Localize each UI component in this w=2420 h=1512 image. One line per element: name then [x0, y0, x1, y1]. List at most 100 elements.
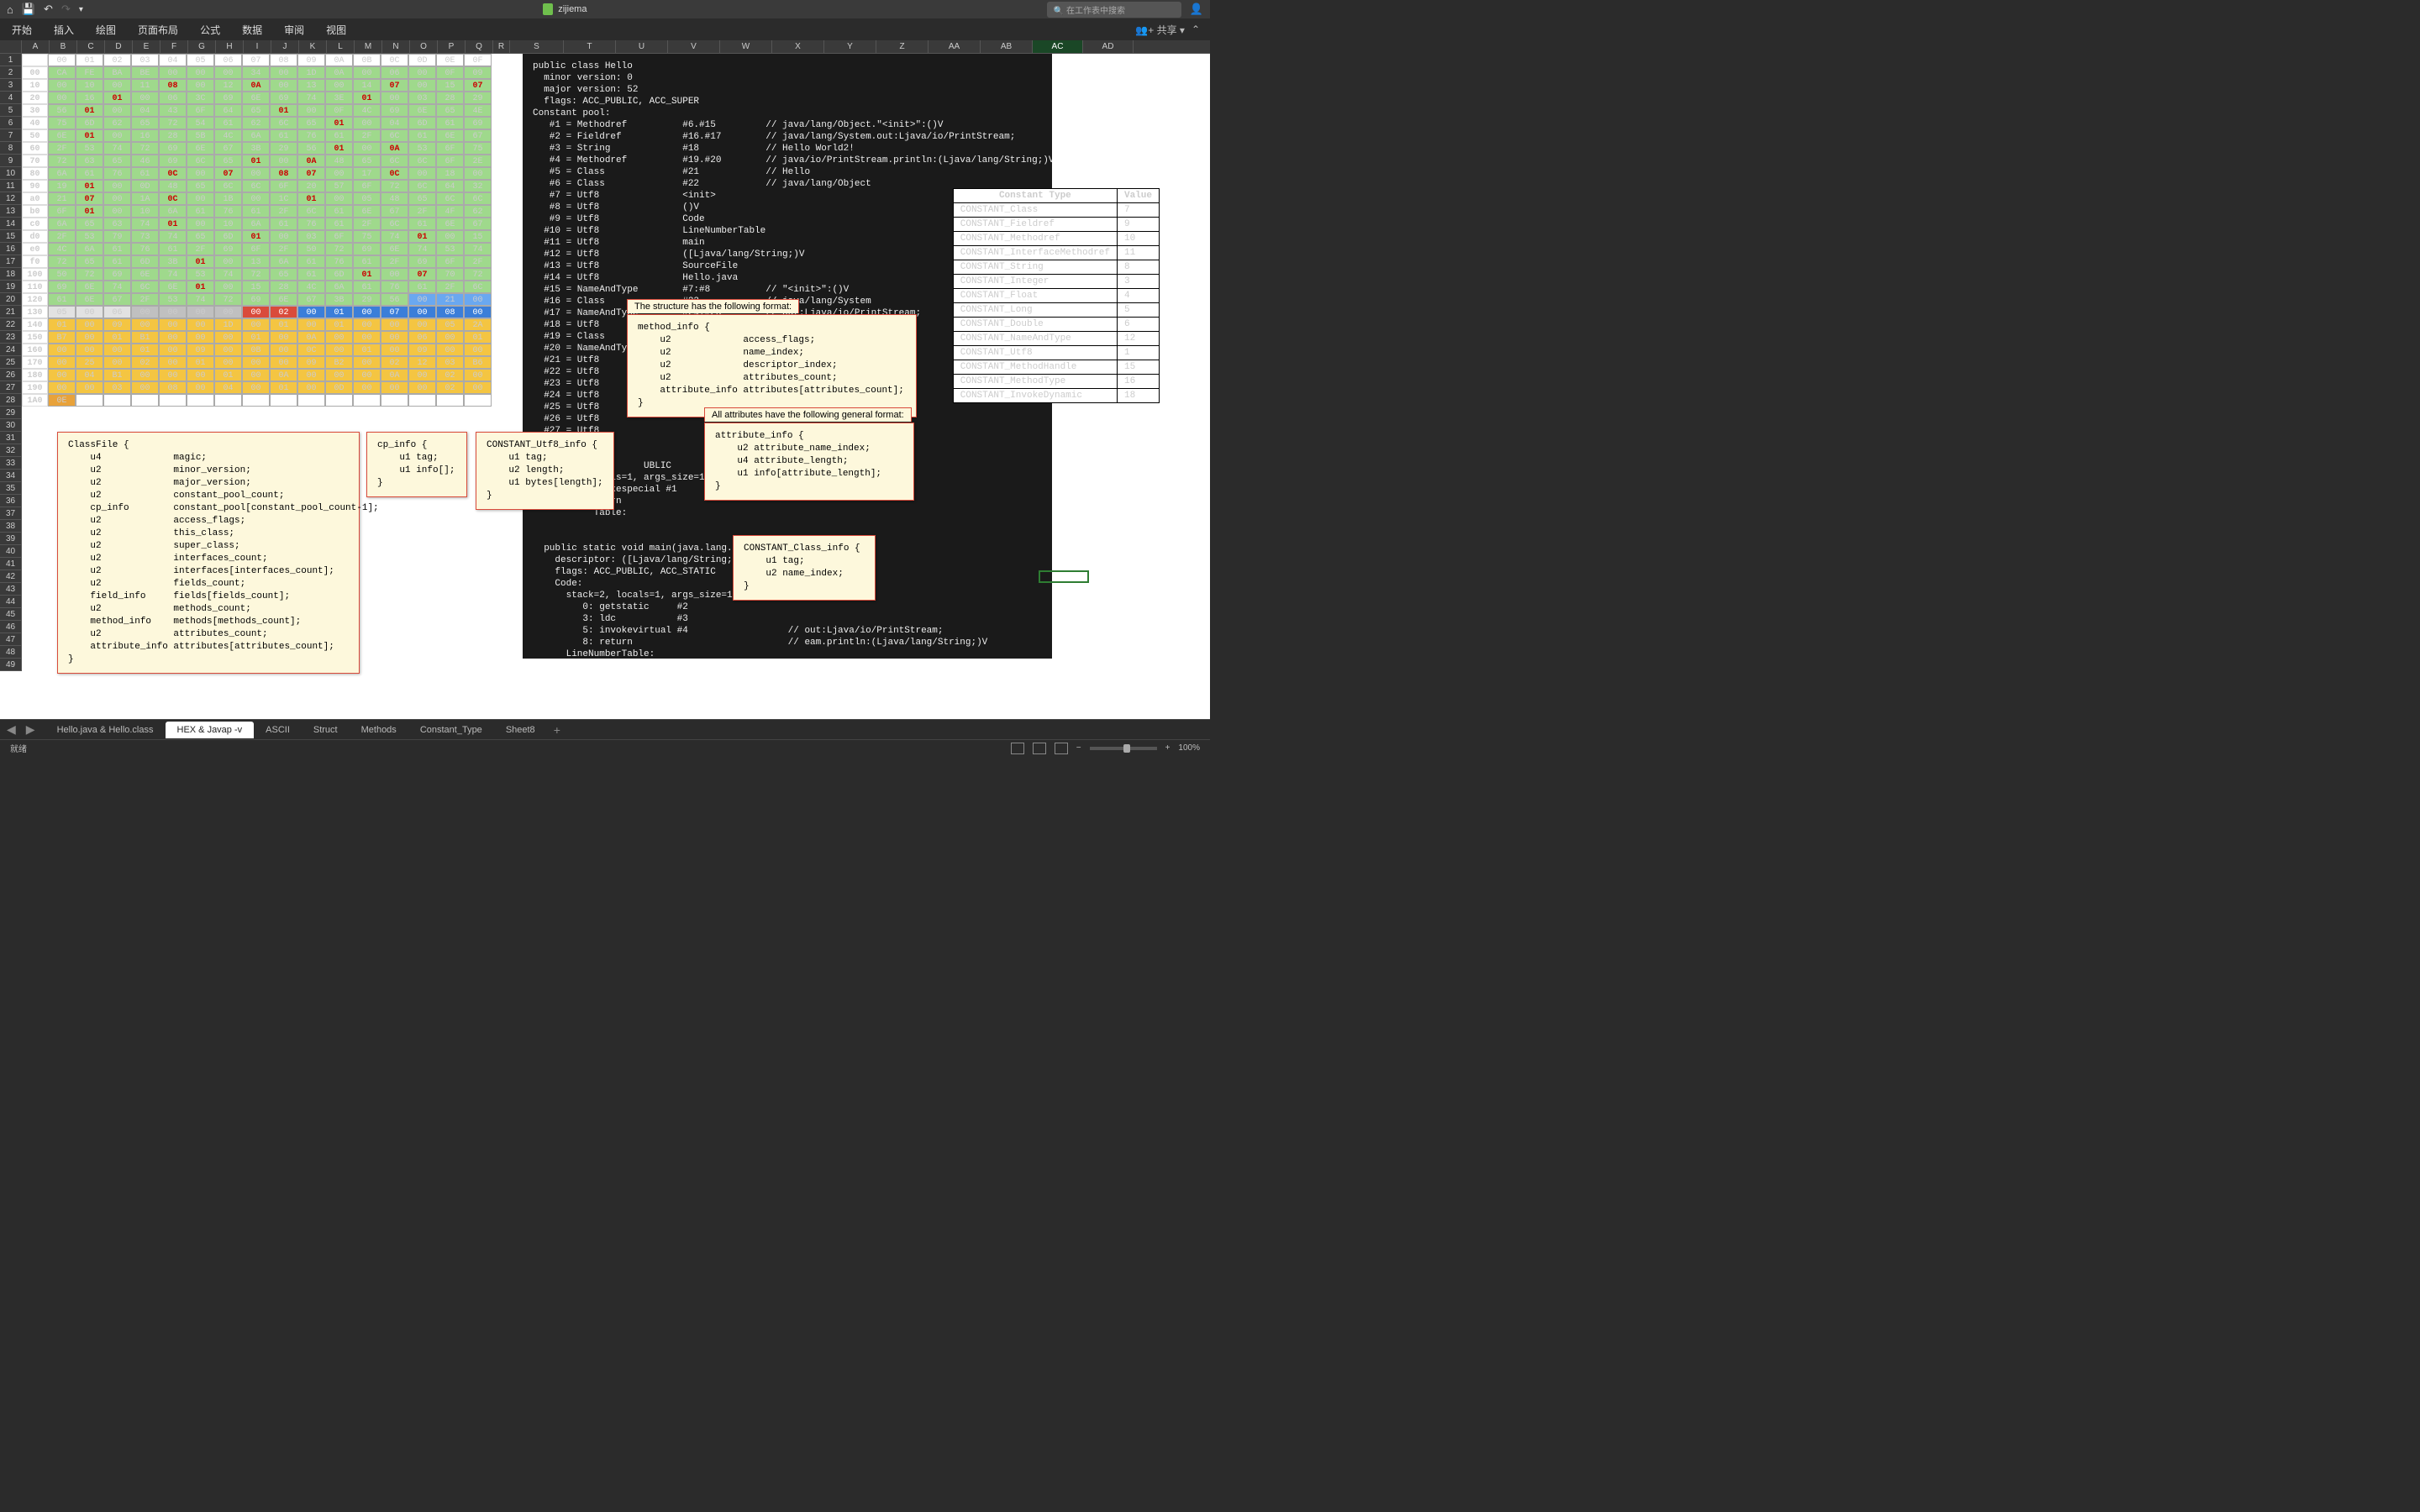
hex-cell[interactable]: 00	[408, 66, 436, 79]
hex-cell[interactable]: 12	[408, 356, 436, 369]
hex-cell[interactable]: 6E	[436, 129, 464, 142]
hex-cell[interactable]: 75	[464, 142, 492, 155]
hex-cell[interactable]: 00	[242, 192, 270, 205]
hex-cell[interactable]: 01	[48, 318, 76, 331]
hex-cell[interactable]: 04	[214, 381, 242, 394]
hex-cell[interactable]: 53	[408, 142, 436, 155]
hex-cell[interactable]: 00	[187, 318, 214, 331]
hex-cell[interactable]: 00	[270, 230, 297, 243]
hex-cell[interactable]	[464, 394, 492, 407]
hex-cell[interactable]: 09	[297, 356, 325, 369]
hex-cell[interactable]	[159, 394, 187, 407]
hex-cell[interactable]: 6E	[48, 129, 76, 142]
hex-cell[interactable]: 00	[48, 344, 76, 356]
hex-cell[interactable]: 04	[381, 117, 408, 129]
hex-cell[interactable]: 07	[214, 167, 242, 180]
col-header-Y[interactable]: Y	[824, 40, 876, 53]
hex-cell[interactable]: 00	[48, 92, 76, 104]
col-header-S[interactable]: S	[510, 40, 564, 53]
hex-cell[interactable]: 04	[76, 369, 103, 381]
hex-cell[interactable]: 61	[48, 293, 76, 306]
hex-cell[interactable]: 53	[76, 230, 103, 243]
hex-cell[interactable]: 64	[436, 180, 464, 192]
col-header-AD[interactable]: AD	[1083, 40, 1134, 53]
hex-cell[interactable]: 61	[325, 205, 353, 218]
hex-cell[interactable]: 61	[297, 255, 325, 268]
home-icon[interactable]: ⌂	[7, 3, 13, 16]
ribbon-collapse-icon[interactable]: ⌃	[1192, 24, 1200, 35]
hex-cell[interactable]: 00	[214, 356, 242, 369]
hex-cell[interactable]: 00	[76, 331, 103, 344]
hex-cell[interactable]: 07	[76, 192, 103, 205]
hex-cell[interactable]: 00	[270, 356, 297, 369]
hex-cell[interactable]: 6F	[187, 104, 214, 117]
row-header-25[interactable]: 25	[0, 356, 22, 369]
hex-cell[interactable]: 6A	[242, 129, 270, 142]
hex-cell[interactable]: 61	[325, 218, 353, 230]
hex-cell[interactable]: 76	[297, 129, 325, 142]
hex-cell[interactable]	[353, 394, 381, 407]
hex-cell[interactable]: 2F	[187, 243, 214, 255]
hex-cell[interactable]: 08	[159, 381, 187, 394]
hex-cell[interactable]: 6D	[325, 268, 353, 281]
hex-cell[interactable]: CA	[48, 66, 76, 79]
hex-cell[interactable]: 01	[270, 104, 297, 117]
hex-cell[interactable]: 56	[48, 104, 76, 117]
hex-cell[interactable]: 3B	[242, 142, 270, 155]
hex-cell[interactable]	[214, 394, 242, 407]
hex-cell[interactable]: 65	[103, 155, 131, 167]
hex-cell[interactable]: 61	[353, 255, 381, 268]
hex-cell[interactable]: 6C	[381, 155, 408, 167]
hex-cell[interactable]: 00	[381, 318, 408, 331]
hex-cell[interactable]: 29	[464, 92, 492, 104]
hex-cell[interactable]: 0C	[159, 192, 187, 205]
hex-cell[interactable]: 00	[159, 356, 187, 369]
row-header-42[interactable]: 42	[0, 570, 22, 583]
hex-cell[interactable]: 00	[131, 381, 159, 394]
hex-cell[interactable]: 72	[381, 180, 408, 192]
hex-cell[interactable]: 61	[270, 218, 297, 230]
hex-cell[interactable]: 67	[464, 218, 492, 230]
share-button[interactable]: 👥+ 共享 ▾	[1135, 23, 1185, 37]
row-header-26[interactable]: 26	[0, 369, 22, 381]
row-header-43[interactable]: 43	[0, 583, 22, 596]
col-header-AC[interactable]: AC	[1033, 40, 1083, 53]
hex-cell[interactable]: 00	[187, 79, 214, 92]
sheet-tab-6[interactable]: Sheet8	[494, 722, 547, 738]
hex-cell[interactable]: 56	[381, 293, 408, 306]
hex-cell[interactable]: 6E	[76, 281, 103, 293]
hex-cell[interactable]: 09	[187, 344, 214, 356]
hex-cell[interactable]: 00	[325, 79, 353, 92]
hex-cell[interactable]: 61	[353, 281, 381, 293]
hex-cell[interactable]: 69	[159, 155, 187, 167]
hex-cell[interactable]: 03	[297, 230, 325, 243]
hex-cell[interactable]: 69	[353, 243, 381, 255]
col-header-E[interactable]: E	[133, 40, 160, 53]
hex-cell[interactable]: 72	[464, 268, 492, 281]
hex-cell[interactable]: FE	[76, 66, 103, 79]
hex-cell[interactable]: 00	[381, 92, 408, 104]
hex-cell[interactable]: 48	[159, 180, 187, 192]
col-header-R[interactable]: R	[493, 40, 510, 53]
hex-cell[interactable]: 00	[464, 344, 492, 356]
row-header-18[interactable]: 18	[0, 268, 22, 281]
hex-cell[interactable]	[408, 394, 436, 407]
hex-cell[interactable]: 2F	[131, 293, 159, 306]
hex-cell[interactable]: B6	[464, 356, 492, 369]
hex-cell[interactable]: 01	[103, 331, 131, 344]
ribbon-tab-6[interactable]: 审阅	[282, 19, 306, 40]
hex-cell[interactable]	[76, 394, 103, 407]
hex-cell[interactable]: 69	[48, 281, 76, 293]
hex-cell[interactable]: 6E	[408, 104, 436, 117]
hex-cell[interactable]: 00	[353, 381, 381, 394]
hex-cell[interactable]: 00	[242, 306, 270, 318]
hex-cell[interactable]: 6F	[436, 142, 464, 155]
hex-cell[interactable]: 61	[103, 243, 131, 255]
sheet-tab-5[interactable]: Constant_Type	[408, 722, 494, 738]
hex-cell[interactable]: 69	[464, 117, 492, 129]
sheet-tab-3[interactable]: Struct	[302, 722, 350, 738]
hex-cell[interactable]: 2E	[464, 155, 492, 167]
view-normal-icon[interactable]	[1011, 743, 1024, 754]
hex-cell[interactable]: 00	[353, 331, 381, 344]
hex-cell[interactable]: 2F	[270, 243, 297, 255]
